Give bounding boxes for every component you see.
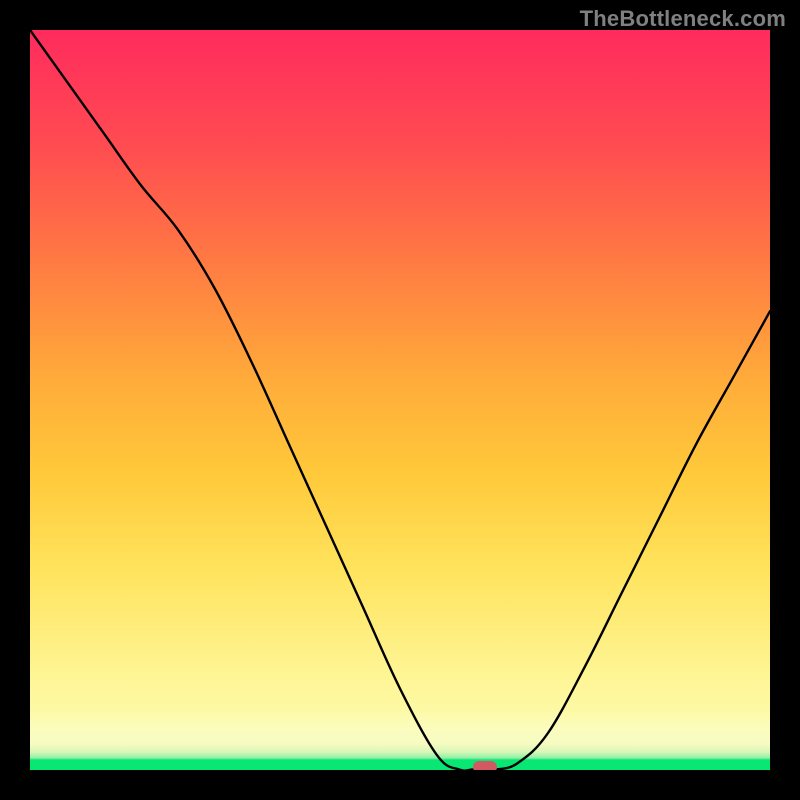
chart-frame: TheBottleneck.com [0, 0, 800, 800]
minimum-marker [473, 761, 497, 770]
plot-area [30, 30, 770, 770]
curve-path [30, 30, 770, 770]
watermark-text: TheBottleneck.com [580, 6, 786, 32]
bottleneck-curve [30, 30, 770, 770]
